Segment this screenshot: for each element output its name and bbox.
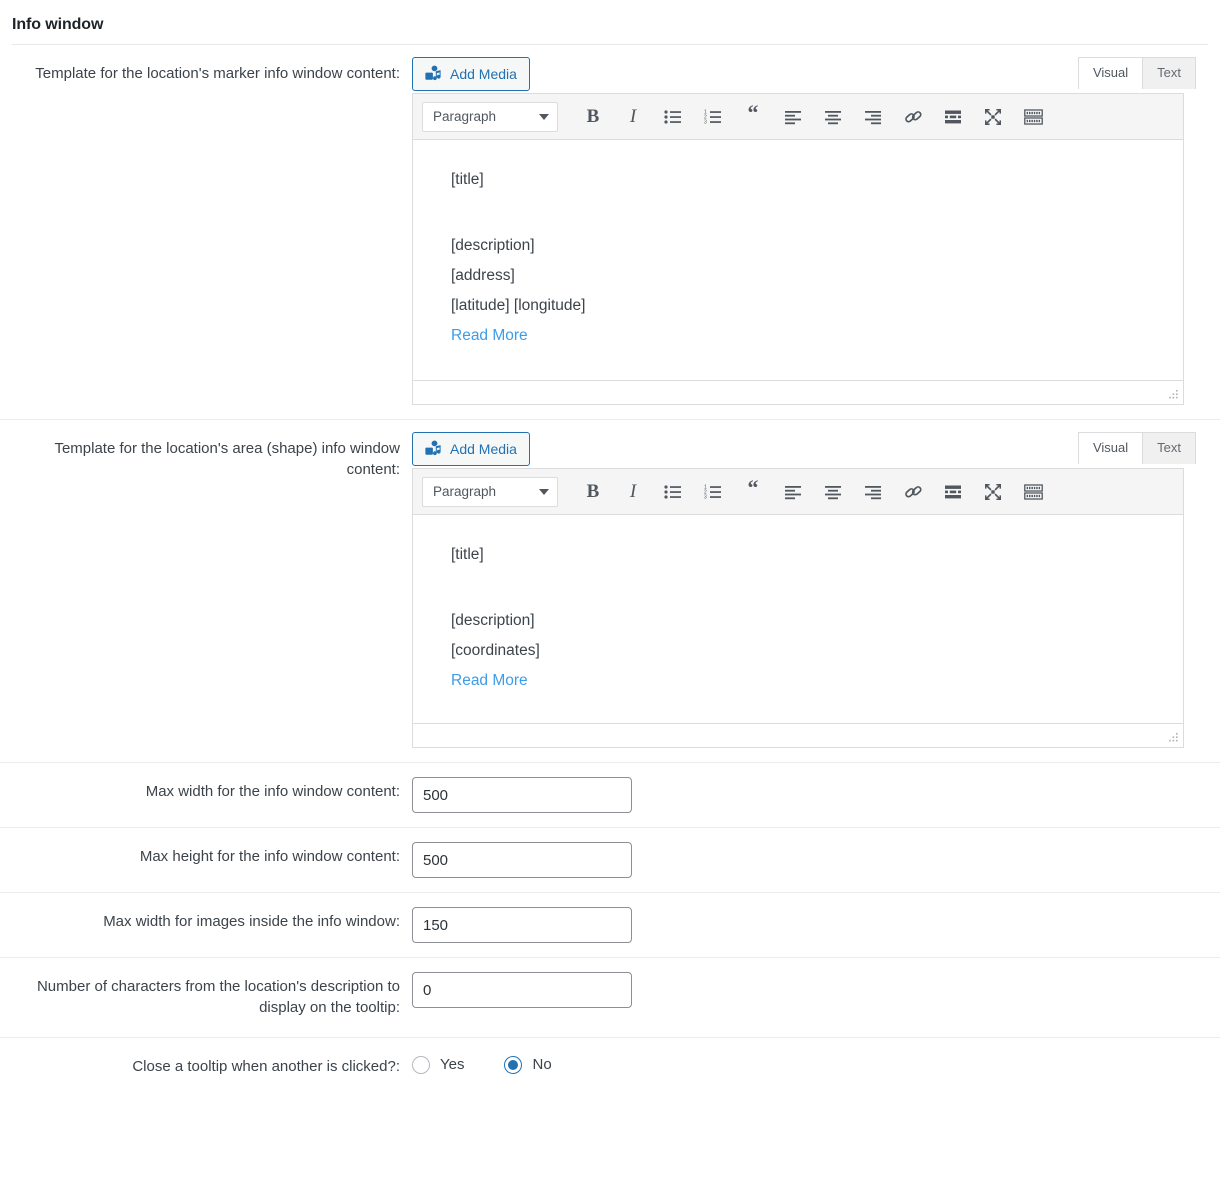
tab-visual[interactable]: Visual [1077,57,1144,89]
form-row-tooltip-chars: Number of characters from the location's… [0,958,1220,1038]
toolbar-toggle-icon[interactable] [1018,102,1048,132]
editor-line: [address] [451,267,515,285]
area-editor-wrap: Visual Text Paragraph B I 123 “ [title] … [412,432,1220,748]
marker-template-field: Add Media Visual Text Paragraph B I 1 2 … [412,45,1220,419]
marker-editor-content[interactable]: [title] [description] [address] [latitud… [413,140,1183,380]
tooltip-chars-label: Number of characters from the location's… [36,978,400,1017]
insert-link-icon[interactable] [898,477,928,507]
add-media-label: Add Media [450,441,517,457]
close-tooltip-radio-group: Yes No [412,1052,1220,1074]
max-width-images-field [412,893,1220,957]
page-title: Info window [12,16,104,33]
marker-editor-toolbar: Paragraph B I 123 “ [413,94,1183,140]
bold-icon[interactable]: B [578,477,608,507]
align-center-icon[interactable] [818,477,848,507]
tab-text[interactable]: Text [1142,57,1196,89]
radio-dot-no[interactable] [504,1055,523,1074]
read-more-tag-icon[interactable] [938,477,968,507]
editor-title-line: [title] [451,546,484,563]
editor-line: [latitude] [longitude] [451,297,586,315]
add-media-button[interactable]: Add Media [412,432,530,466]
form-row-max-width-content: Max width for the info window content: [0,763,1220,828]
form-row-close-tooltip: Close a tooltip when another is clicked?… [0,1038,1220,1095]
area-editor-content[interactable]: [title] [description] [coordinates] Read… [413,515,1183,723]
svg-text:3: 3 [704,494,707,499]
radio-dot-yes[interactable] [412,1055,430,1074]
tooltip-chars-input[interactable] [412,972,632,1008]
add-media-button[interactable]: Add Media [412,57,530,91]
format-select-value: Paragraph [433,484,497,499]
editor-line: [coordinates] [451,642,540,660]
format-select[interactable]: Paragraph [422,101,558,132]
italic-icon[interactable]: I [618,102,648,132]
italic-icon[interactable]: I [618,477,648,507]
align-right-icon[interactable] [858,102,888,132]
area-editor: Paragraph B I 123 “ [title] [description… [412,468,1184,748]
add-media-label: Add Media [450,66,517,82]
max-width-content-input[interactable] [412,777,632,813]
blockquote-icon[interactable]: “ [738,476,768,507]
insert-link-icon[interactable] [898,102,928,132]
area-template-field: Add Media Visual Text Paragraph B I 1 2 … [412,420,1220,762]
max-height-content-input[interactable] [412,842,632,878]
max-width-images-input[interactable] [412,907,632,943]
format-select-value: Paragraph [433,109,497,124]
align-left-icon[interactable] [778,102,808,132]
form-row-max-width-images: Max width for images inside the info win… [0,893,1220,958]
radio-label-no: No [532,1056,552,1074]
max-height-content-label: Max height for the info window content: [139,848,400,865]
align-right-icon[interactable] [858,477,888,507]
marker-template-label: Template for the location's marker info … [35,65,400,82]
read-more-link[interactable]: Read More [451,672,528,689]
marker-editor: Paragraph B I 123 “ [title] [description… [412,93,1184,405]
resize-handle[interactable] [1166,731,1180,745]
max-width-content-field [412,763,1220,827]
chevron-down-icon [539,113,549,120]
bulleted-list-icon[interactable] [658,102,688,132]
numbered-list-icon[interactable]: 123 [698,477,728,507]
fullscreen-icon[interactable] [978,102,1008,132]
max-width-images-label: Max width for images inside the info win… [103,913,400,930]
marker-editor-statusbar [413,380,1183,404]
close-tooltip-label: Close a tooltip when another is clicked?… [132,1057,400,1075]
close-tooltip-field: Yes No [412,1038,1220,1088]
blockquote-icon[interactable]: “ [738,101,768,132]
form-row-max-height-content: Max height for the info window content: [0,828,1220,893]
radio-label-yes: Yes [440,1056,465,1074]
area-template-label: Template for the location's area (shape)… [54,440,400,479]
svg-text:3: 3 [704,119,707,124]
editor-title-line: [title] [451,171,484,188]
bold-icon[interactable]: B [578,102,608,132]
media-icon [423,439,443,459]
radio-option-no[interactable]: No [504,1055,552,1074]
numbered-list-icon[interactable]: 123 [698,102,728,132]
toolbar-toggle-icon[interactable] [1018,477,1048,507]
editor-line: [description] [451,612,535,630]
form-row-marker-template: Template for the location's marker info … [0,45,1220,420]
read-more-tag-icon[interactable] [938,102,968,132]
align-left-icon[interactable] [778,477,808,507]
tab-text[interactable]: Text [1142,432,1196,464]
max-width-content-label: Max width for the info window content: [145,783,400,800]
fullscreen-icon[interactable] [978,477,1008,507]
media-icon [423,64,443,84]
align-center-icon[interactable] [818,102,848,132]
max-height-content-field [412,828,1220,892]
resize-handle[interactable] [1166,388,1180,402]
area-editor-tabs: Visual Text [1077,432,1196,464]
area-editor-toolbar: Paragraph B I 123 “ [413,469,1183,515]
read-more-link[interactable]: Read More [451,327,528,344]
editor-line: [description] [451,237,535,255]
radio-option-yes[interactable]: Yes [412,1055,465,1074]
chevron-down-icon [539,488,549,495]
form-row-area-template: Template for the location's area (shape)… [0,420,1220,763]
bulleted-list-icon[interactable] [658,477,688,507]
format-select[interactable]: Paragraph [422,476,558,507]
marker-editor-tabs: Visual Text [1077,57,1196,89]
marker-editor-wrap: Visual Text Paragraph B I 123 “ [title] … [412,57,1220,405]
tooltip-chars-field [412,958,1220,1022]
tab-visual[interactable]: Visual [1077,432,1144,464]
area-editor-statusbar [413,723,1183,747]
